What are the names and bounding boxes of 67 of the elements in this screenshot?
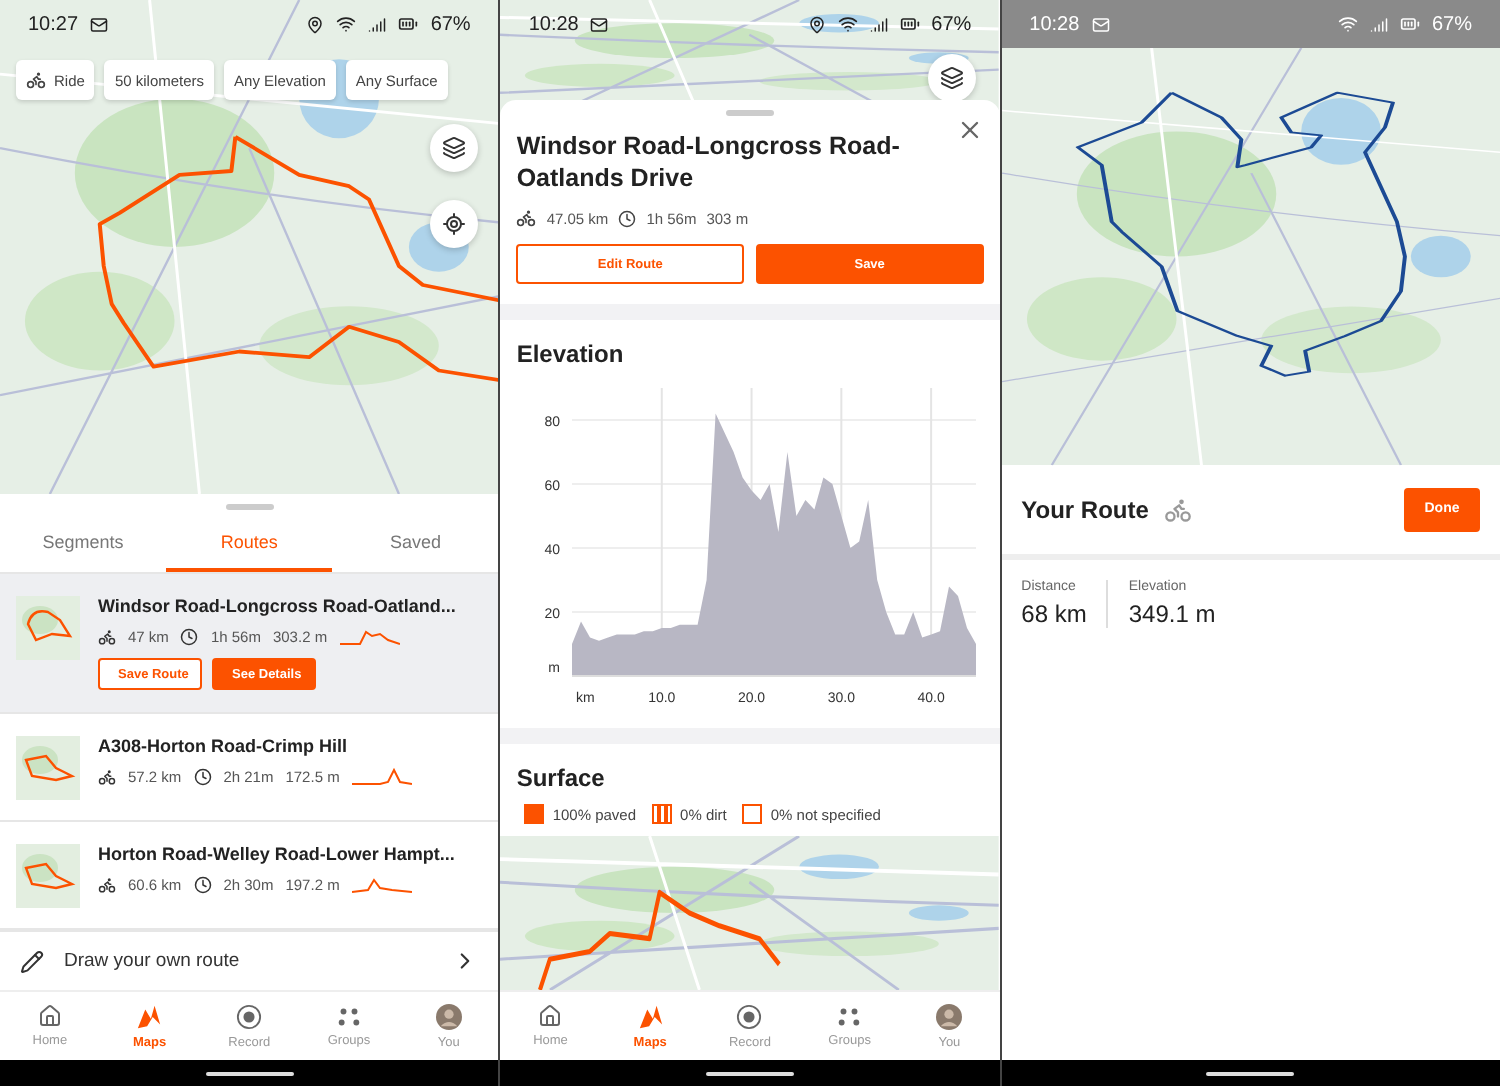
- section-heading: Elevation: [516, 340, 626, 368]
- elevation-sparkline: [351, 874, 412, 896]
- clock-icon: [618, 209, 637, 227]
- signal-icon: [1369, 15, 1388, 33]
- tab[interactable]: Segments: [0, 516, 167, 572]
- paved-swatch: [524, 804, 545, 824]
- clock-icon: [193, 768, 212, 786]
- groups-icon: [336, 1005, 362, 1027]
- battery-level: 67%: [931, 13, 972, 35]
- signal-icon: [368, 15, 387, 33]
- bike-icon: [98, 876, 116, 894]
- home-indicator: [205, 1071, 294, 1075]
- bike-icon: [26, 70, 46, 90]
- maps-icon: [136, 1003, 163, 1029]
- tab[interactable]: Saved: [332, 516, 499, 572]
- battery-icon: [1399, 14, 1420, 34]
- sheet-handle[interactable]: [725, 110, 774, 116]
- mail-icon: [1091, 15, 1110, 33]
- elevation-sparkline: [339, 626, 400, 648]
- record-icon: [736, 1003, 763, 1029]
- home-indicator: [705, 1071, 794, 1075]
- status-time: 10:27: [28, 13, 79, 35]
- home-icon: [37, 1004, 62, 1028]
- wifi-icon: [837, 14, 858, 34]
- bike-icon: [1164, 495, 1193, 523]
- sheet-handle[interactable]: [225, 504, 274, 510]
- layers-icon: [939, 66, 964, 90]
- status-time: 10:28: [528, 13, 579, 35]
- section-heading: Surface: [516, 764, 607, 792]
- pencil-icon: [20, 949, 44, 973]
- home-indicator: [1206, 1071, 1295, 1075]
- dirt-swatch: [652, 804, 673, 824]
- battery-icon: [398, 14, 419, 34]
- bike-icon: [516, 208, 537, 228]
- clock-icon: [180, 628, 199, 646]
- wifi-icon: [336, 14, 357, 34]
- maps-icon: [637, 1003, 664, 1029]
- avatar-icon: [435, 1003, 462, 1029]
- status-time: 10:28: [1029, 13, 1080, 35]
- unspecified-swatch: [742, 804, 763, 824]
- bike-icon: [98, 628, 116, 646]
- layers-icon: [442, 136, 467, 160]
- mail-icon: [90, 15, 109, 33]
- battery-icon: [899, 14, 920, 34]
- groups-icon: [836, 1005, 863, 1027]
- battery-level: 67%: [1431, 13, 1472, 35]
- record-icon: [236, 1003, 263, 1029]
- mail-icon: [590, 15, 609, 33]
- elevation-sparkline: [351, 766, 412, 788]
- route-title: Windsor Road-Longcross Road-Oatlands Drive: [516, 130, 902, 194]
- route-name: Windsor Road-Longcross Road-Oatland...: [98, 596, 456, 616]
- route-thumbnail: [16, 596, 80, 660]
- route-thumbnail: [16, 736, 80, 800]
- route-thumbnail: [16, 844, 80, 908]
- stat-value: 349.1 m: [1128, 599, 1216, 627]
- avatar-icon: [936, 1003, 963, 1029]
- clock-icon: [193, 876, 212, 894]
- home-icon: [538, 1004, 563, 1028]
- wifi-icon: [1337, 14, 1358, 34]
- battery-level: 67%: [430, 13, 471, 35]
- route-name: A308-Horton Road-Crimp Hill: [98, 736, 350, 756]
- locate-icon: [442, 212, 467, 236]
- route-title: Your Route: [1021, 495, 1149, 523]
- bike-icon: [98, 768, 116, 786]
- route-name: Horton Road-Welley Road-Lower Hampt...: [98, 844, 455, 864]
- signal-icon: [869, 15, 888, 33]
- stat-value: 68 km: [1021, 599, 1087, 627]
